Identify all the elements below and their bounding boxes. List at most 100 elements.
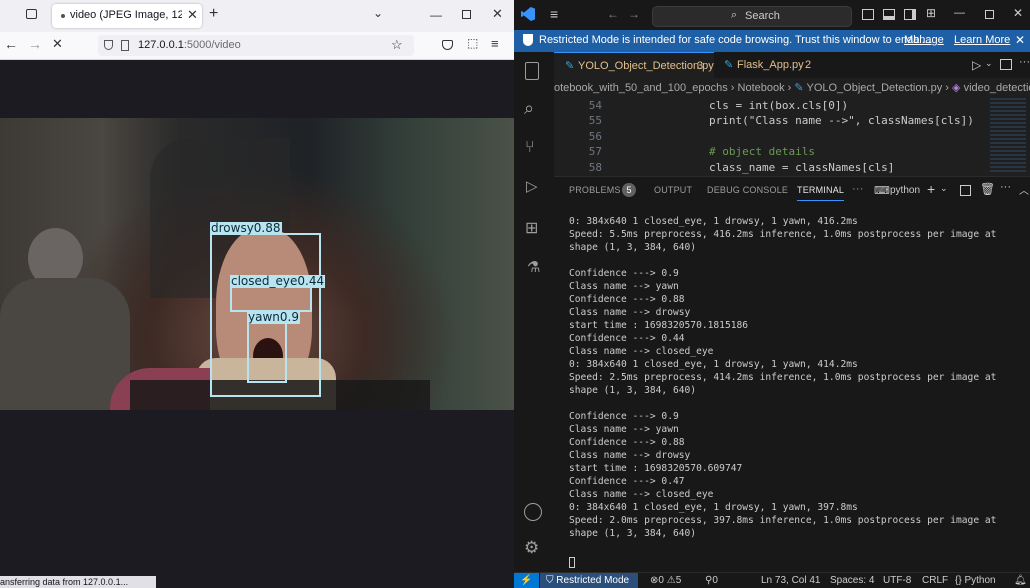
tab-yolo-object-detection[interactable]: ✎ YOLO_Object_Detection.py 3	[554, 52, 714, 79]
terminal-line: shape (1, 3, 384, 640)	[569, 242, 697, 253]
video-frame: drowsy0.88 closed_eye0.44 yawn0.9	[0, 118, 514, 410]
browser-tab-video[interactable]: video (JPEG Image, 1280 × 720 ✕	[52, 4, 202, 28]
toggle-secondary-sidebar-icon[interactable]	[904, 9, 916, 20]
encoding[interactable]: UTF-8	[883, 573, 911, 588]
vs-maximize-button[interactable]	[985, 10, 994, 19]
pocket-icon[interactable]	[442, 40, 453, 50]
line-number: 54	[588, 99, 602, 112]
menu-hamburger-icon[interactable]: ≡	[491, 36, 499, 51]
notifications-bell-icon[interactable]: 🔔︎	[1014, 573, 1027, 588]
breadcrumb-item[interactable]: otebook_with_50_and_100_epochs	[554, 82, 728, 94]
terminal-line: Speed: 2.5ms preprocess, 414.2ms inferen…	[569, 372, 997, 383]
account-icon[interactable]	[524, 503, 542, 521]
python-file-icon: ✎	[565, 60, 575, 72]
restricted-mode-indicator[interactable]: ⛉ Restricted Mode	[540, 573, 638, 588]
search-icon: ⌕	[731, 9, 738, 21]
language-mode[interactable]: {} Python	[955, 573, 996, 588]
tab-debug-console[interactable]: DEBUG CONSOLE	[707, 185, 788, 195]
bbox-yawn	[247, 321, 287, 383]
banner-close-icon[interactable]: ✕	[1015, 33, 1025, 47]
close-window-button[interactable]: ✕	[492, 6, 503, 22]
tab-terminal[interactable]: TERMINAL	[797, 185, 845, 201]
breadcrumb-item[interactable]: video_detection	[964, 82, 1030, 94]
banner-manage-link[interactable]: Manage	[904, 34, 944, 46]
tab-list-icon[interactable]	[26, 9, 37, 19]
explorer-icon[interactable]	[525, 62, 539, 80]
toggle-sidebar-icon[interactable]	[862, 9, 874, 20]
vs-close-button[interactable]: ✕	[1013, 6, 1023, 20]
url-bar[interactable]: 127.0.0.1:5000/video ☆	[98, 35, 414, 56]
python-file-icon: ✎	[724, 59, 734, 71]
tab-close-icon[interactable]: ✕	[187, 7, 198, 23]
minimize-button[interactable]: —	[430, 8, 442, 22]
code-line[interactable]: cls = int(box.cls[0])	[709, 99, 848, 112]
breadcrumb-item[interactable]: Notebook	[738, 82, 785, 94]
forward-arrow-icon[interactable]: →	[28, 36, 42, 52]
new-tab-button[interactable]: +	[209, 5, 218, 23]
terminal-shell-name[interactable]: python	[890, 185, 920, 196]
ports-indicator[interactable]: ⚲0	[705, 573, 718, 588]
status-bar: ⚡ ⛉ Restricted Mode ⊗0 ⚠5 ⚲0 Ln 73, Col …	[514, 572, 1030, 588]
minimap[interactable]	[990, 98, 1026, 173]
tab-problems[interactable]: PROBLEMS	[569, 185, 621, 195]
terminal-line: Speed: 2.0ms preprocess, 397.8ms inferen…	[569, 515, 997, 526]
command-search-box[interactable]: ⌕ Search	[652, 6, 852, 27]
extensions-icon[interactable]: ⬚	[467, 36, 478, 50]
menu-icon[interactable]: ≡	[550, 6, 558, 22]
code-line[interactable]: print("Class name -->", classNames[cls])	[709, 114, 974, 127]
terminal-line: 0: 384x640 1 closed_eye, 1 drowsy, 1 yaw…	[569, 359, 858, 370]
panel-header: PROBLEMS 5 OUTPUT DEBUG CONSOLE TERMINAL…	[554, 176, 1030, 205]
new-terminal-icon[interactable]: +	[927, 181, 935, 197]
kill-terminal-trash-icon[interactable]: 🗑	[980, 182, 995, 196]
toggle-panel-icon[interactable]	[883, 9, 895, 20]
back-arrow-icon[interactable]: ←	[4, 36, 18, 52]
line-ending[interactable]: CRLF	[922, 573, 948, 588]
extensions-view-icon[interactable]: ⊞	[525, 218, 538, 238]
code-line[interactable]: class_name = classNames[cls]	[709, 161, 894, 174]
tab-label: Flask_App.py	[737, 59, 804, 71]
terminal[interactable]: 0: 384x640 1 closed_eye, 1 drowsy, 1 yaw…	[554, 204, 1030, 572]
indentation[interactable]: Spaces: 4	[830, 573, 874, 588]
shield-icon	[104, 40, 113, 50]
maximize-panel-chevron-icon[interactable]: ︿	[1019, 182, 1029, 197]
symbol-icon: ◈	[952, 82, 961, 94]
testing-flask-icon[interactable]: ⚗	[527, 258, 540, 276]
split-terminal-icon[interactable]	[960, 185, 971, 196]
terminal-line: Class name --> drowsy	[569, 450, 691, 461]
remote-indicator[interactable]: ⚡	[514, 573, 539, 588]
nav-forward-icon[interactable]: →	[628, 7, 640, 21]
split-editor-icon[interactable]	[1000, 59, 1012, 70]
python-file-icon: ✎	[794, 82, 804, 94]
maximize-button[interactable]	[462, 10, 471, 19]
nav-back-icon[interactable]: ←	[607, 7, 619, 21]
code-editor[interactable]: 54 cls = int(box.cls[0]) 55 print("Class…	[554, 98, 1030, 175]
code-line-comment[interactable]: # object details	[709, 145, 815, 158]
run-dropdown-icon[interactable]: ⌄	[985, 58, 993, 69]
vs-minimize-button[interactable]: —	[954, 7, 965, 19]
run-debug-icon[interactable]: ▷	[526, 177, 538, 195]
panel-more-icon[interactable]: ···	[852, 183, 864, 195]
search-view-icon[interactable]: ⌕	[524, 98, 534, 119]
stop-loading-icon[interactable]: ✕	[52, 36, 63, 52]
new-terminal-dropdown-icon[interactable]: ⌄	[940, 183, 948, 194]
restricted-mode-label: Restricted Mode	[556, 575, 630, 586]
run-python-icon[interactable]: ▷	[972, 58, 981, 72]
browser-status-text: ansferring data from 127.0.0.1...	[0, 576, 156, 588]
source-control-icon[interactable]: ⑂	[525, 139, 535, 157]
problems-indicator[interactable]: ⊗0 ⚠5	[650, 573, 681, 588]
customize-layout-icon[interactable]: ⊞	[926, 6, 936, 20]
cursor-position[interactable]: Ln 73, Col 41	[761, 573, 821, 588]
terminal-line: start time : 1698320570.609747	[569, 463, 743, 474]
editor-more-icon[interactable]: ···	[1019, 56, 1030, 68]
tab-overflow-chevron-icon[interactable]: ⌄	[373, 6, 383, 20]
settings-gear-icon[interactable]: ⚙	[524, 538, 539, 558]
terminal-line: Class name --> closed_eye	[569, 489, 714, 500]
bookmark-star-icon[interactable]: ☆	[391, 37, 403, 53]
tab-flask-app[interactable]: ✎ Flask_App.py 2	[714, 52, 826, 78]
banner-learn-more-link[interactable]: Learn More	[954, 34, 1010, 46]
panel-more-actions-icon[interactable]: ···	[1000, 181, 1011, 193]
editor-tabs: ✎ YOLO_Object_Detection.py 3 ✎ Flask_App…	[554, 52, 1030, 79]
breadcrumb-item[interactable]: YOLO_Object_Detection.py	[806, 82, 942, 94]
tab-output[interactable]: OUTPUT	[654, 185, 692, 195]
restricted-mode-banner: Restricted Mode is intended for safe cod…	[514, 30, 1030, 52]
